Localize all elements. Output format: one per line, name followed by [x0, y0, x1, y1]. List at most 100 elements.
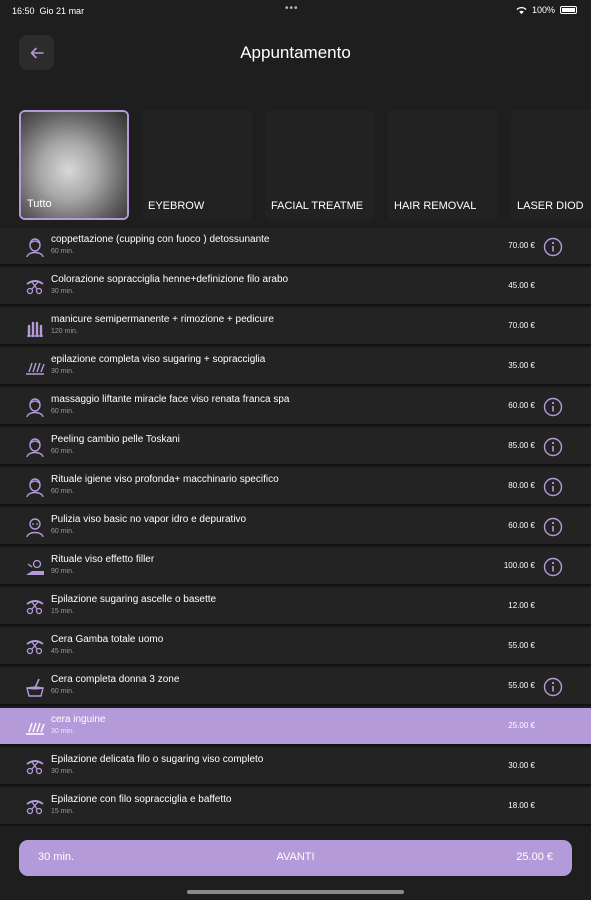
category-carousel[interactable]: Tutto EYEBROW FACIAL TREATME HAIR REMOVA… [19, 110, 591, 220]
service-duration: 30 min. [51, 768, 74, 775]
category-card-facial-treatment[interactable]: FACIAL TREATME [265, 110, 375, 220]
service-row[interactable]: Colorazione sopracciglia henne+definizio… [0, 268, 591, 306]
status-time: 16:50 Gio 21 mar [12, 6, 85, 16]
service-price: 70.00 € [508, 241, 535, 250]
hair-removal-icon [24, 716, 46, 738]
category-label: HAIR REMOVAL [394, 200, 477, 212]
category-card-hair-removal[interactable]: HAIR REMOVAL [388, 110, 498, 220]
service-name: Epilazione sugaring ascelle o basette [51, 594, 217, 605]
service-duration: 60 min. [51, 408, 74, 415]
service-price: 12.00 € [508, 601, 535, 610]
wax-pot-icon [24, 676, 46, 698]
info-icon [543, 557, 563, 577]
multitasking-dots-icon[interactable]: ••• [285, 3, 299, 14]
service-row[interactable]: epilazione completa viso sugaring + sopr… [0, 348, 591, 386]
face-treatment-icon [24, 236, 46, 258]
service-name: Cera completa donna 3 zone [51, 674, 180, 685]
info-button[interactable] [543, 677, 563, 697]
info-icon [543, 237, 563, 257]
category-label: EYEBROW [148, 200, 205, 212]
service-row[interactable]: Cera Gamba totale uomo 45 min. 55.00 € [0, 628, 591, 666]
service-duration: 30 min. [51, 728, 74, 735]
service-price: 100.00 € [503, 561, 535, 570]
service-name: cera inguine [51, 714, 106, 725]
next-button[interactable]: AVANTI [19, 851, 572, 863]
service-row[interactable]: Rituale viso effetto filler 90 min. 100.00… [0, 548, 591, 586]
service-duration: 60 min. [51, 688, 74, 695]
service-duration: 30 min. [51, 368, 74, 375]
eyebrow-tools-icon [24, 756, 46, 778]
category-label: LASER DIOD [517, 200, 584, 212]
service-name: Cera Gamba totale uomo [51, 634, 164, 645]
service-row[interactable]: Epilazione delicata filo o sugaring viso… [0, 748, 591, 786]
service-duration: 60 min. [51, 248, 74, 255]
service-row[interactable]: manicure semipermanente + rimozione + pe… [0, 308, 591, 346]
info-icon [543, 517, 563, 537]
category-label: Tutto [27, 198, 52, 210]
service-row[interactable]: Peeling cambio pelle Toskani 60 min. 85.00… [0, 428, 591, 466]
service-price: 35.00 € [508, 361, 535, 370]
manicure-icon [24, 316, 46, 338]
service-duration: 90 min. [51, 568, 74, 575]
face-massage-icon [24, 556, 46, 578]
service-row[interactable]: Epilazione con filo sopracciglia e baffe… [0, 788, 591, 826]
service-name: massaggio liftante miracle face viso ren… [51, 394, 290, 405]
home-indicator[interactable] [187, 890, 404, 894]
service-duration: 15 min. [51, 808, 74, 815]
service-price: 85.00 € [508, 441, 535, 450]
service-name: Epilazione delicata filo o sugaring viso… [51, 754, 264, 765]
service-price: 45.00 € [508, 281, 535, 290]
info-icon [543, 677, 563, 697]
service-row[interactable]: Pulizia viso basic no vapor idro e depur… [0, 508, 591, 546]
service-row[interactable]: Cera completa donna 3 zone 60 min. 55.00 € [0, 668, 591, 706]
service-name: Pulizia viso basic no vapor idro e depur… [51, 514, 247, 525]
eyebrow-tools-icon [24, 276, 46, 298]
service-row[interactable]: Rituale igiene viso profonda+ macchinari… [0, 468, 591, 506]
service-price: 70.00 € [508, 321, 535, 330]
service-name: manicure semipermanente + rimozione + pe… [51, 314, 274, 325]
service-name: Rituale igiene viso profonda+ macchinari… [51, 474, 279, 485]
eyebrow-tools-icon [24, 636, 46, 658]
eyebrow-tools-icon [24, 796, 46, 818]
info-button[interactable] [543, 437, 563, 457]
selected-total-price: 25.00 € [516, 851, 553, 863]
service-row[interactable]: Epilazione sugaring ascelle o basette 15 … [0, 588, 591, 626]
service-price: 18.00 € [508, 801, 535, 810]
service-name: epilazione completa viso sugaring + sopr… [51, 354, 266, 365]
service-name: Epilazione con filo sopracciglia e baffe… [51, 794, 232, 805]
battery-icon [560, 6, 577, 14]
info-button[interactable] [543, 237, 563, 257]
service-price: 60.00 € [508, 401, 535, 410]
service-duration: 15 min. [51, 608, 74, 615]
service-price: 80.00 € [508, 481, 535, 490]
info-icon [543, 397, 563, 417]
eyebrow-tools-icon [24, 596, 46, 618]
info-button[interactable] [543, 397, 563, 417]
category-card-eyebrow[interactable]: EYEBROW [142, 110, 252, 220]
service-name: Rituale viso effetto filler [51, 554, 155, 565]
category-label: FACIAL TREATME [271, 200, 364, 212]
service-row[interactable]: cera inguine 30 min. 25.00 € [0, 708, 591, 746]
service-price: 60.00 € [508, 521, 535, 530]
info-icon [543, 437, 563, 457]
info-button[interactable] [543, 477, 563, 497]
info-button[interactable] [543, 557, 563, 577]
face-cleansing-icon [24, 516, 46, 538]
service-duration: 120 min. [51, 328, 78, 335]
page-title: Appuntamento [240, 43, 351, 62]
info-icon [543, 477, 563, 497]
service-duration: 30 min. [51, 288, 74, 295]
face-treatment-icon [24, 396, 46, 418]
service-price: 55.00 € [508, 681, 535, 690]
face-treatment-icon [24, 436, 46, 458]
service-row[interactable]: massaggio liftante miracle face viso ren… [0, 388, 591, 426]
info-button[interactable] [543, 517, 563, 537]
continue-bar[interactable]: 30 min. AVANTI 25.00 € [19, 840, 572, 876]
service-duration: 60 min. [51, 488, 74, 495]
wifi-icon [516, 6, 527, 14]
category-card-laser-diode[interactable]: LASER DIOD [511, 110, 591, 220]
service-duration: 60 min. [51, 448, 74, 455]
service-name: Peeling cambio pelle Toskani [51, 434, 180, 445]
category-card-tutto[interactable]: Tutto [19, 110, 129, 220]
service-row[interactable]: coppettazione (cupping con fuoco ) detos… [0, 228, 591, 266]
